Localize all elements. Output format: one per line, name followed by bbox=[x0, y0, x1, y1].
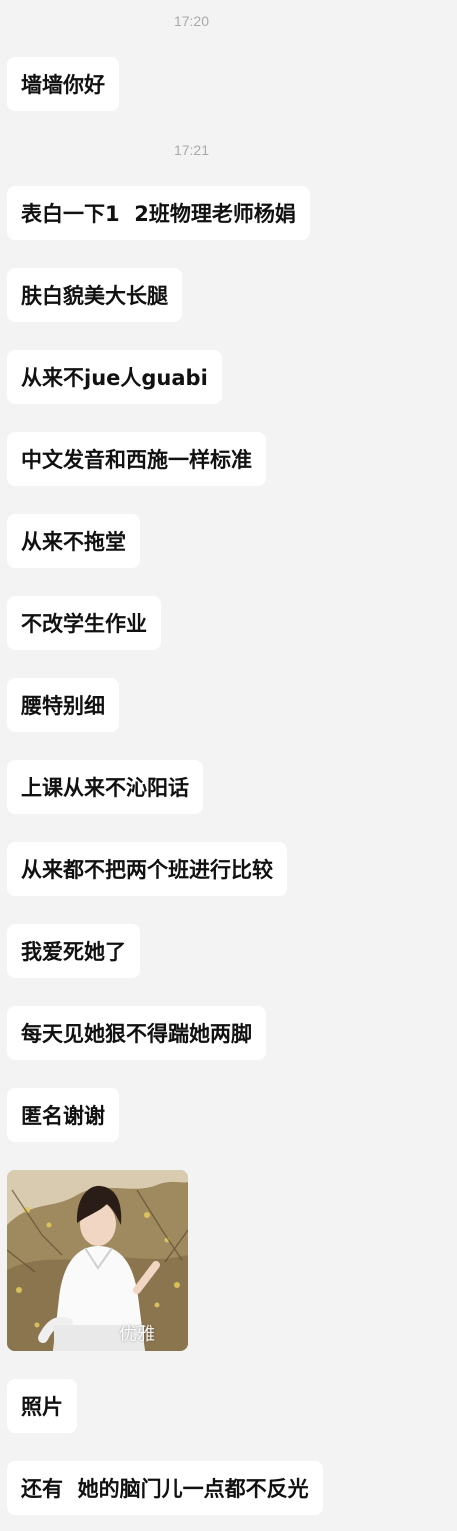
message-text: 从来不拖堂 bbox=[21, 530, 126, 554]
message-bubble[interactable]: 中文发音和西施一样标准 bbox=[7, 432, 266, 486]
message-bubble[interactable]: 表白一下1 2班物理老师杨娟 bbox=[7, 186, 310, 240]
photo-image bbox=[7, 1170, 188, 1351]
photo-message[interactable]: 优雅 bbox=[7, 1170, 188, 1351]
message-text: 肤白貌美大长腿 bbox=[21, 284, 168, 308]
message-text: 上课从来不沁阳话 bbox=[21, 776, 189, 800]
message-bubble[interactable]: 我爱死她了 bbox=[7, 924, 140, 978]
message-bubble[interactable]: 上课从来不沁阳话 bbox=[7, 760, 203, 814]
message-bubble[interactable]: 匿名谢谢 bbox=[7, 1088, 119, 1142]
message-text: 还有 她的脑门儿一点都不反光 bbox=[21, 1477, 309, 1501]
message-text: 表白一下1 2班物理老师杨娟 bbox=[21, 202, 296, 226]
message-bubble[interactable]: 腰特别细 bbox=[7, 678, 119, 732]
message-text: 从来都不把两个班进行比较 bbox=[21, 858, 273, 882]
message-bubble[interactable]: 每天见她狠不得踹她两脚 bbox=[7, 1006, 266, 1060]
message-bubble[interactable]: 从来不jue人guabi bbox=[7, 350, 222, 404]
message-text: 从来不jue人guabi bbox=[21, 366, 208, 390]
timestamp: 17:20 bbox=[173, 13, 210, 29]
message-bubble[interactable]: 不改学生作业 bbox=[7, 596, 161, 650]
message-text: 我爱死她了 bbox=[21, 940, 126, 964]
message-text: 不改学生作业 bbox=[21, 612, 147, 636]
message-bubble[interactable]: 还有 她的脑门儿一点都不反光 bbox=[7, 1461, 323, 1515]
timestamp: 17:21 bbox=[173, 142, 210, 158]
chat-thread: 17:20 墙墙你好 17:21 表白一下1 2班物理老师杨娟 肤白貌美大长腿 … bbox=[0, 0, 457, 1531]
message-text: 中文发音和西施一样标准 bbox=[21, 448, 252, 472]
message-bubble[interactable]: 从来都不把两个班进行比较 bbox=[7, 842, 287, 896]
message-bubble[interactable]: 从来不拖堂 bbox=[7, 514, 140, 568]
message-text: 每天见她狠不得踹她两脚 bbox=[21, 1022, 252, 1046]
message-bubble[interactable]: 照片 bbox=[7, 1379, 77, 1433]
message-text: 墙墙你好 bbox=[21, 73, 105, 97]
photo-watermark: 优雅 bbox=[119, 1324, 155, 1345]
message-text: 腰特别细 bbox=[21, 694, 105, 718]
message-text: 照片 bbox=[21, 1395, 63, 1419]
message-bubble[interactable]: 肤白貌美大长腿 bbox=[7, 268, 182, 322]
message-bubble[interactable]: 墙墙你好 bbox=[7, 57, 119, 111]
message-text: 匿名谢谢 bbox=[21, 1104, 105, 1128]
